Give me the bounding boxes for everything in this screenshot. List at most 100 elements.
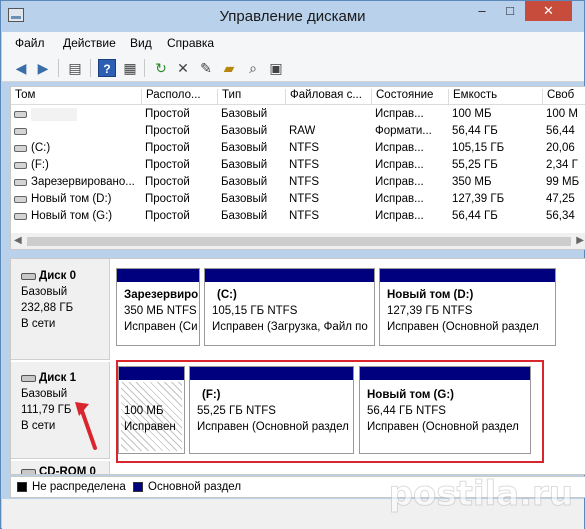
table-row[interactable]: Новый том (G:) Простой Базовый NTFS Испр… bbox=[11, 208, 585, 225]
volume-type: Базовый bbox=[221, 142, 268, 154]
volume-status: Формати... bbox=[375, 125, 432, 137]
primary-partition-bar bbox=[380, 269, 555, 282]
drive-icon bbox=[14, 179, 27, 186]
table-row[interactable]: Простой Базовый RAW Формати... 56,44 ГБ … bbox=[11, 123, 585, 140]
volume-layout: Простой bbox=[145, 125, 190, 137]
close-button[interactable]: ✕ bbox=[525, 1, 572, 21]
rescan-icon[interactable]: ▣ bbox=[267, 59, 285, 77]
partition-c[interactable]: (C:) 105,15 ГБ NTFS Исправен (Загрузка, … bbox=[204, 268, 375, 346]
disk-name: Диск 0 bbox=[39, 270, 77, 282]
volume-type: Базовый bbox=[221, 125, 268, 137]
volume-type: Базовый bbox=[221, 210, 268, 222]
partition-reserved[interactable]: Зарезервиро 350 МБ NTFS Исправен (Си bbox=[116, 268, 200, 346]
forward-arrow-icon[interactable]: ▶ bbox=[34, 59, 52, 77]
column-header-filesystem[interactable]: Файловая с... bbox=[285, 89, 371, 105]
disk-icon bbox=[21, 375, 36, 382]
volume-filesystem: NTFS bbox=[289, 176, 320, 188]
view-list-icon[interactable]: ▦ bbox=[121, 59, 139, 77]
svg-text:postila.ru: postila.ru bbox=[389, 474, 573, 514]
volume-filesystem: NTFS bbox=[289, 210, 320, 222]
legend-swatch-primary bbox=[133, 482, 143, 492]
volume-layout: Простой bbox=[145, 193, 190, 205]
highlight-box bbox=[116, 360, 544, 463]
search-icon[interactable]: ⌕ bbox=[244, 59, 262, 77]
menu-action[interactable]: Действие bbox=[63, 36, 116, 50]
volume-name bbox=[31, 108, 77, 121]
red-arrow-icon bbox=[75, 402, 97, 450]
volume-table-header: Том Располо... Тип Файловая с... Состоян… bbox=[11, 87, 585, 105]
disk-name: CD-ROM 0 bbox=[39, 466, 96, 475]
volume-capacity: 56,44 ГБ bbox=[452, 210, 498, 222]
partition-status: Исправен (Основной раздел bbox=[387, 321, 539, 333]
drive-icon bbox=[14, 128, 27, 135]
table-row[interactable]: Простой Базовый Исправ... 100 МБ 100 М bbox=[11, 106, 585, 123]
partition-status: Исправен (Си bbox=[124, 321, 198, 333]
table-row[interactable]: (C:) Простой Базовый NTFS Исправ... 105,… bbox=[11, 140, 585, 157]
disk-0-label[interactable]: Диск 0 Базовый 232,88 ГБ В сети bbox=[11, 259, 110, 360]
volume-capacity: 55,25 ГБ bbox=[452, 159, 498, 171]
minimize-button[interactable]: – bbox=[468, 1, 496, 21]
table-row[interactable]: (F:) Простой Базовый NTFS Исправ... 55,2… bbox=[11, 157, 585, 174]
wizard-icon[interactable]: ✎ bbox=[197, 59, 215, 77]
volume-free: 47,25 bbox=[546, 193, 575, 205]
volume-layout: Простой bbox=[145, 176, 190, 188]
column-header-layout[interactable]: Располо... bbox=[141, 89, 217, 105]
menu-file[interactable]: Файл bbox=[15, 36, 45, 50]
column-header-volume[interactable]: Том bbox=[11, 89, 139, 105]
partition-status: Исправен (Загрузка, Файл по bbox=[212, 321, 368, 333]
disk-map: Диск 0 Базовый 232,88 ГБ В сети Зарезерв… bbox=[10, 258, 585, 475]
column-header-free[interactable]: Своб bbox=[542, 89, 585, 105]
properties-icon[interactable]: ▤ bbox=[66, 59, 84, 77]
volume-free: 56,34 bbox=[546, 210, 575, 222]
drive-icon bbox=[14, 111, 27, 118]
toolbar-separator bbox=[144, 59, 145, 77]
menu-view[interactable]: Вид bbox=[130, 36, 152, 50]
legend-label-unallocated: Не распределена bbox=[32, 481, 126, 493]
column-header-type[interactable]: Тип bbox=[217, 89, 285, 105]
volume-filesystem: NTFS bbox=[289, 193, 320, 205]
disk-type: Базовый bbox=[21, 388, 68, 400]
volume-status: Исправ... bbox=[375, 176, 424, 188]
volume-name: (C:) bbox=[31, 142, 51, 154]
table-row[interactable]: Новый том (D:) Простой Базовый NTFS Испр… bbox=[11, 191, 585, 208]
cdrom-0-label[interactable]: CD-ROM 0 bbox=[11, 461, 110, 475]
volume-status: Исправ... bbox=[375, 193, 424, 205]
volume-free: 2,34 Г bbox=[546, 159, 578, 171]
refresh-icon[interactable]: ↻ bbox=[152, 59, 170, 77]
legend-label-primary: Основной раздел bbox=[148, 481, 242, 493]
partition-size: 350 МБ NTFS bbox=[124, 305, 197, 317]
volume-name: Новый том (G:) bbox=[31, 210, 113, 222]
horizontal-scrollbar[interactable]: ◀ ▶ bbox=[11, 233, 585, 249]
drive-icon bbox=[14, 196, 27, 203]
volume-capacity: 56,44 ГБ bbox=[452, 125, 498, 137]
drive-icon bbox=[14, 162, 27, 169]
disk-size: 111,79 ГБ bbox=[21, 404, 72, 416]
menu-bar: Файл Действие Вид Справка bbox=[2, 32, 584, 54]
help-icon[interactable]: ? bbox=[98, 59, 116, 77]
volume-filesystem: NTFS bbox=[289, 142, 320, 154]
disk-size: 232,88 ГБ bbox=[21, 302, 74, 314]
partition-d[interactable]: Новый том (D:) 127,39 ГБ NTFS Исправен (… bbox=[379, 268, 556, 346]
folder-open-icon[interactable]: ▰ bbox=[220, 59, 238, 77]
column-header-capacity[interactable]: Емкость bbox=[448, 89, 542, 105]
menu-help[interactable]: Справка bbox=[167, 36, 214, 50]
volume-layout: Простой bbox=[145, 210, 190, 222]
scroll-right-icon[interactable]: ▶ bbox=[576, 235, 584, 246]
legend-swatch-unallocated bbox=[17, 482, 27, 492]
back-arrow-icon[interactable]: ◀ bbox=[12, 59, 30, 77]
volume-filesystem: NTFS bbox=[289, 159, 320, 171]
scroll-left-icon[interactable]: ◀ bbox=[14, 235, 22, 246]
delete-icon[interactable]: ✕ bbox=[174, 59, 192, 77]
volume-free: 20,06 bbox=[546, 142, 575, 154]
drive-icon bbox=[14, 213, 27, 220]
primary-partition-bar bbox=[117, 269, 199, 282]
scrollbar-thumb[interactable] bbox=[27, 237, 571, 246]
volume-status: Исправ... bbox=[375, 210, 424, 222]
column-header-status[interactable]: Состояние bbox=[371, 89, 448, 105]
maximize-button[interactable]: □ bbox=[496, 1, 524, 21]
watermark-logo: postila.ru bbox=[388, 474, 573, 515]
volume-type: Базовый bbox=[221, 108, 268, 120]
disk-management-window: Управление дисками – □ ✕ Файл Действие В… bbox=[0, 0, 585, 529]
table-row[interactable]: Зарезервировано... Простой Базовый NTFS … bbox=[11, 174, 585, 191]
volume-capacity: 350 МБ bbox=[452, 176, 492, 188]
